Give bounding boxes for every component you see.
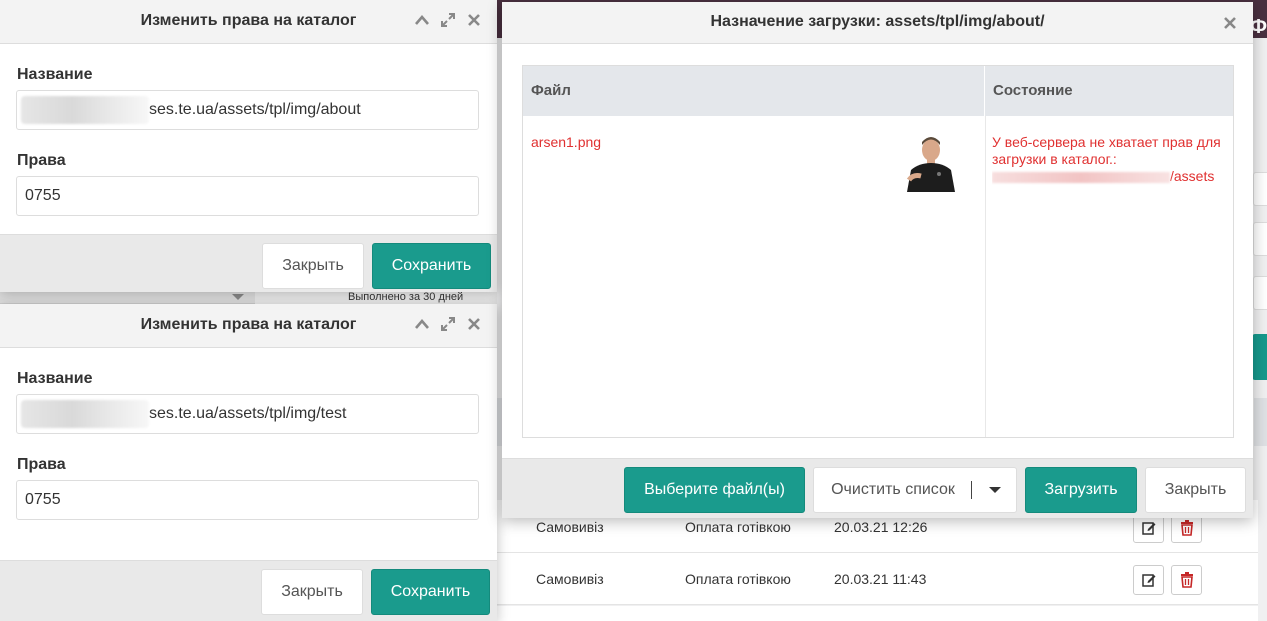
rights-input-value: 0755 (25, 187, 61, 204)
dialog-footer: Закрыть Сохранить (0, 560, 497, 621)
delete-button[interactable] (1171, 565, 1202, 595)
close-button[interactable]: Закрыть (261, 569, 363, 615)
upload-error-status: У веб-сервера не хватает прав для загруз… (992, 134, 1228, 185)
background-table-header (1254, 398, 1267, 446)
save-button[interactable]: Сохранить (371, 569, 490, 615)
upload-error-text: У веб-сервера не хватает прав для загруз… (992, 134, 1221, 167)
background-filter-button[interactable] (1252, 334, 1267, 380)
file-thumbnail (901, 130, 961, 196)
save-button[interactable]: Сохранить (372, 243, 491, 289)
permissions-dialog-about: Изменить права на каталог Название ses.t… (0, 0, 497, 292)
collapse-button[interactable] (413, 315, 431, 333)
expand-icon (441, 317, 455, 331)
dialog-title: Изменить права на каталог (140, 12, 357, 29)
close-button[interactable]: Закрыть (262, 243, 364, 289)
payment-cell: Оплата готівкою (685, 519, 791, 535)
rights-label: Права (17, 152, 66, 169)
upload-button[interactable]: Загрузить (1025, 467, 1137, 513)
column-divider (985, 116, 986, 437)
close-icon (468, 318, 480, 330)
redacted-region (21, 95, 149, 124)
rights-input[interactable]: 0755 (16, 480, 479, 520)
name-label: Название (17, 370, 93, 387)
close-button[interactable] (1221, 14, 1239, 32)
background-filter-input[interactable] (1253, 222, 1267, 256)
collapse-icon (415, 15, 429, 25)
name-input[interactable]: ses.te.ua/assets/tpl/img/about (16, 90, 479, 130)
delivery-cell: Самовивіз (536, 571, 604, 587)
dialog-title: Назначение загрузки: assets/tpl/img/abou… (710, 13, 1045, 30)
close-icon (468, 14, 480, 26)
trash-icon (1180, 572, 1193, 588)
file-name: arsen1.png (531, 134, 602, 150)
rights-input[interactable]: 0755 (16, 176, 479, 216)
choose-files-button[interactable]: Выберите файл(ы) (624, 467, 805, 513)
clear-list-button[interactable]: Очистить список (814, 468, 972, 512)
caret-down-icon (232, 294, 244, 300)
maximize-button[interactable] (439, 315, 457, 333)
close-button[interactable] (465, 11, 483, 29)
rights-label: Права (17, 456, 66, 473)
table-row: Самовивіз Оплата готівкою 20.03.21 12:26 (497, 513, 1258, 553)
name-input[interactable]: ses.te.ua/assets/tpl/img/test (16, 394, 479, 434)
dialog-title: Изменить права на каталог (140, 316, 357, 333)
upload-file-table: Файл Состояние arsen1.png У веб-сервера … (522, 65, 1234, 438)
collapse-icon (415, 319, 429, 329)
table-row: Самовивіз Оплата готівкою 20.03.21 11:43 (497, 553, 1258, 605)
dialog-header: Изменить права на каталог (0, 0, 497, 44)
date-cell: 20.03.21 12:26 (834, 519, 928, 535)
expand-icon (441, 13, 455, 27)
dialog-header: Изменить права на каталог (0, 304, 497, 348)
redacted-region (21, 399, 149, 428)
background-select[interactable] (0, 290, 255, 304)
upload-error-path-tail: /assets (1170, 168, 1215, 184)
background-filter-input[interactable] (1253, 172, 1267, 206)
edit-icon (1141, 522, 1155, 535)
table-row (497, 606, 1258, 621)
close-icon (1224, 17, 1236, 29)
delivery-cell: Самовивіз (536, 519, 604, 535)
dialog-header: Назначение загрузки: assets/tpl/img/abou… (502, 2, 1253, 44)
maximize-button[interactable] (439, 11, 457, 29)
dialog-footer: Выберите файл(ы) Очистить список Загрузи… (502, 458, 1253, 518)
clear-list-split-button[interactable]: Очистить список (813, 467, 1017, 513)
name-input-value: ses.te.ua/assets/tpl/img/about (149, 101, 361, 118)
edit-button[interactable] (1133, 565, 1164, 595)
close-button[interactable]: Закрыть (1145, 467, 1246, 513)
caret-down-icon[interactable] (989, 487, 1001, 493)
background-filter-input[interactable] (1253, 276, 1267, 310)
edit-icon (1141, 574, 1155, 587)
trash-icon (1180, 520, 1193, 536)
rights-input-value: 0755 (25, 491, 61, 508)
dialog-footer: Закрыть Сохранить (0, 234, 497, 292)
column-header-status: Состояние (985, 66, 1233, 116)
name-label: Название (17, 66, 93, 83)
column-header-file: Файл (523, 66, 985, 116)
upload-dialog: Назначение загрузки: assets/tpl/img/abou… (502, 2, 1253, 518)
date-cell: 20.03.21 11:43 (834, 571, 927, 587)
payment-cell: Оплата готівкою (685, 571, 791, 587)
split-divider (971, 481, 972, 499)
redacted-region (992, 171, 1170, 183)
upload-error-path: /assets (992, 168, 1228, 185)
background-filter-caption: Выполнено за 30 дней (348, 291, 464, 303)
permissions-dialog-test: Изменить права на каталог Название ses.t… (0, 304, 497, 621)
close-button[interactable] (465, 315, 483, 333)
collapse-button[interactable] (413, 11, 431, 29)
name-input-value: ses.te.ua/assets/tpl/img/test (149, 405, 347, 422)
